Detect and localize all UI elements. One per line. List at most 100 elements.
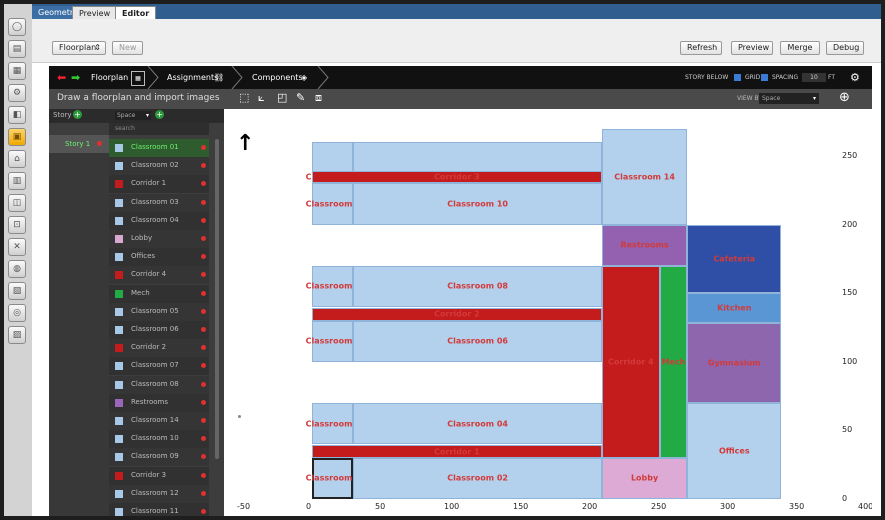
delete-space-icon[interactable] (201, 472, 206, 478)
space-list-item[interactable]: Corridor 3 (109, 466, 209, 485)
space-color-swatch[interactable] (115, 144, 123, 152)
space-color-swatch[interactable] (115, 326, 123, 334)
delete-space-icon[interactable] (201, 363, 206, 369)
delete-space-icon[interactable] (201, 381, 206, 387)
hvac-icon[interactable]: ✕ (8, 238, 26, 256)
space-list-item[interactable]: Classroom 10 (109, 430, 209, 449)
space-color-swatch[interactable] (115, 162, 123, 171)
delete-space-icon[interactable] (201, 399, 206, 405)
space-color-swatch[interactable] (115, 380, 123, 389)
space-list-item[interactable]: Mech (109, 284, 209, 303)
space-color-swatch[interactable] (115, 216, 123, 225)
delete-space-icon[interactable] (201, 181, 206, 187)
space-list-item[interactable]: Classroom 02 (109, 157, 209, 176)
geometry-editor-icon[interactable]: ▣ (8, 128, 26, 146)
panel-scrollbar[interactable] (215, 139, 219, 459)
space-list-item[interactable]: Classroom 03 (109, 193, 209, 212)
delete-space-icon[interactable] (201, 308, 206, 314)
polygon-tool-icon[interactable]: ⟀ (258, 91, 271, 104)
rectangle-tool-icon[interactable]: ⬚ (239, 91, 252, 104)
delete-space-icon[interactable] (201, 327, 206, 332)
spacing-input[interactable]: 10 (802, 73, 826, 82)
delete-space-icon[interactable] (201, 345, 206, 351)
breadcrumb-assignments[interactable]: Assignments (167, 66, 218, 89)
measures-icon[interactable]: ◍ (8, 260, 26, 278)
space-color-swatch[interactable] (115, 180, 123, 189)
space-color-swatch[interactable] (115, 471, 123, 480)
undo-arrow-icon[interactable]: ⬅ (57, 66, 66, 89)
space-color-swatch[interactable] (115, 508, 123, 516)
delete-space-icon[interactable] (201, 236, 206, 241)
space-list-item[interactable]: Classroom 14 (109, 412, 209, 430)
facility-icon[interactable]: ⌂ (8, 150, 26, 168)
space-color-swatch[interactable] (115, 253, 123, 262)
breadcrumb-floorplan[interactable]: Floorplan (91, 66, 128, 89)
space-list-item[interactable]: Lobby (109, 230, 209, 248)
space-list-item[interactable]: Corridor 2 (109, 339, 209, 358)
space-color-swatch[interactable] (115, 489, 123, 498)
breadcrumb-components[interactable]: Components (252, 66, 303, 89)
geometry-icon[interactable]: ◯ (8, 18, 26, 36)
settings-icon[interactable]: ⚙ (8, 84, 26, 102)
space-color-swatch[interactable] (115, 289, 123, 298)
space-color-swatch[interactable] (115, 453, 123, 462)
add-space-icon[interactable]: + (155, 110, 164, 119)
space-select[interactable]: Space ▾ (115, 111, 151, 120)
space-color-swatch[interactable] (115, 435, 123, 444)
library-icon[interactable]: ▤ (8, 40, 26, 58)
zoom-icon[interactable]: ⊕ (839, 90, 850, 105)
space-list-item[interactable]: Classroom 01 (109, 139, 209, 157)
space-list-item[interactable]: Offices (109, 248, 209, 267)
delete-space-icon[interactable] (201, 509, 206, 514)
space-list-item[interactable]: Classroom 06 (109, 321, 209, 339)
space-list-item[interactable]: Classroom 08 (109, 375, 209, 394)
gear-icon[interactable]: ⚙ (850, 66, 860, 89)
space-list-item[interactable]: Classroom 05 (109, 302, 209, 321)
delete-story-icon[interactable] (97, 141, 102, 146)
space-color-swatch[interactable] (115, 398, 123, 407)
delete-space-icon[interactable] (201, 272, 206, 278)
story-below-checkbox[interactable] (734, 74, 741, 81)
space-color-swatch[interactable] (115, 307, 123, 316)
grid-checkbox[interactable] (761, 74, 768, 81)
space-color-swatch[interactable] (115, 198, 123, 207)
delete-space-icon[interactable] (201, 436, 206, 442)
results-icon[interactable]: ▨ (8, 326, 26, 344)
delete-space-icon[interactable] (201, 163, 206, 169)
tab-editor[interactable]: Editor (115, 6, 157, 19)
space-color-swatch[interactable] (115, 344, 123, 353)
merge-button[interactable]: Merge (780, 41, 820, 55)
loads-icon[interactable]: ⊡ (8, 216, 26, 234)
space-color-swatch[interactable] (115, 271, 123, 280)
add-story-icon[interactable]: + (73, 110, 82, 119)
delete-space-icon[interactable] (201, 217, 206, 223)
new-button[interactable]: New (112, 41, 144, 55)
debug-button[interactable]: Debug (826, 41, 864, 55)
delete-space-icon[interactable] (201, 490, 206, 496)
redo-arrow-icon[interactable]: ➡ (71, 66, 80, 89)
space-list-item[interactable]: Corridor 4 (109, 266, 209, 285)
preview-button[interactable]: Preview (731, 41, 773, 55)
space-list-item[interactable]: Corridor 1 (109, 175, 209, 194)
floorplan-canvas[interactable]: Classroom 11Classroom 12Classroom 14Corr… (224, 109, 872, 516)
space-list-item[interactable]: Classroom 12 (109, 484, 209, 503)
story-item[interactable]: Story 1 (49, 135, 109, 153)
fill-tool-icon[interactable]: ◰ (277, 91, 290, 104)
refresh-button[interactable]: Refresh (680, 41, 722, 55)
simulation-icon[interactable]: ◎ (8, 304, 26, 322)
floorplan-select[interactable]: Floorplan ⇕ (52, 41, 106, 55)
space-list-item[interactable]: Classroom 11 (109, 503, 209, 516)
spaces-icon[interactable]: ▥ (8, 172, 26, 190)
variables-icon[interactable]: ▧ (8, 282, 26, 300)
image-tool-icon[interactable]: ⧈ (315, 91, 328, 104)
space-color-swatch[interactable] (115, 235, 123, 243)
delete-space-icon[interactable] (201, 254, 206, 260)
space-color-swatch[interactable] (115, 362, 123, 371)
search-input[interactable]: search (109, 123, 209, 135)
space-color-swatch[interactable] (115, 417, 123, 425)
view-by-select[interactable]: Space ▾ (759, 93, 819, 104)
delete-space-icon[interactable] (201, 145, 206, 150)
delete-space-icon[interactable] (201, 454, 206, 460)
zones-icon[interactable]: ◫ (8, 194, 26, 212)
space-list-item[interactable]: Restrooms (109, 393, 209, 412)
